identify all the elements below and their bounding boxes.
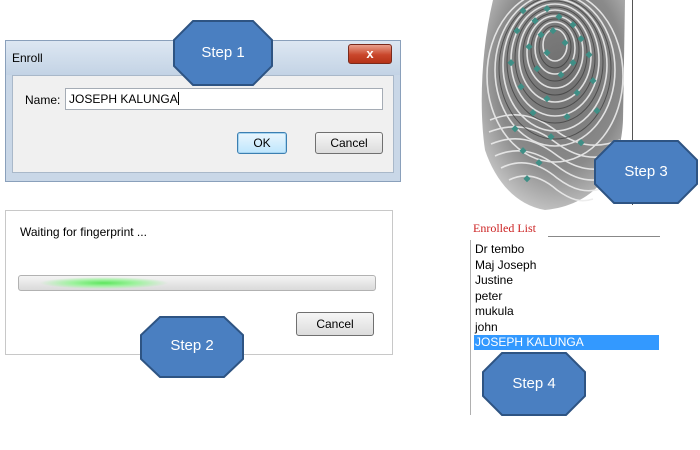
waiting-message: Waiting for fingerprint ... bbox=[20, 225, 147, 239]
list-item[interactable]: john bbox=[474, 320, 659, 335]
waiting-cancel-button[interactable]: Cancel bbox=[296, 312, 374, 336]
name-input-value: JOSEPH KALUNGA bbox=[69, 92, 178, 106]
list-item-selected[interactable]: JOSEPH KALUNGA bbox=[474, 335, 659, 350]
close-icon: x bbox=[366, 46, 374, 61]
enrolled-list-title: Enrolled List bbox=[473, 221, 536, 235]
list-item[interactable]: Maj Joseph bbox=[474, 258, 659, 273]
name-input[interactable]: JOSEPH KALUNGA bbox=[65, 88, 383, 110]
list-item[interactable]: Justine bbox=[474, 273, 659, 288]
enrolled-list-title-rule bbox=[548, 236, 660, 237]
enroll-title: Enroll bbox=[12, 51, 43, 65]
step-3-callout: Step 3 bbox=[594, 140, 698, 204]
list-item[interactable]: Dr tembo bbox=[474, 242, 659, 257]
enroll-client-area: Name: JOSEPH KALUNGA OK Cancel bbox=[12, 75, 394, 173]
list-item[interactable]: peter bbox=[474, 289, 659, 304]
name-label: Name: bbox=[25, 93, 61, 107]
list-item[interactable]: mukula bbox=[474, 304, 659, 319]
listbox-left-border bbox=[470, 240, 471, 415]
fingerprint-progress-bar bbox=[18, 275, 376, 291]
enroll-cancel-button[interactable]: Cancel bbox=[315, 132, 383, 154]
step-2-label: Step 2 bbox=[170, 337, 214, 354]
text-caret bbox=[177, 92, 179, 105]
step-4-label: Step 4 bbox=[512, 375, 556, 392]
step-1-label: Step 1 bbox=[201, 44, 245, 61]
step-1-callout: Step 1 bbox=[173, 20, 273, 86]
step-2-callout: Step 2 bbox=[140, 316, 244, 378]
ok-button[interactable]: OK bbox=[237, 132, 287, 154]
progress-glow bbox=[39, 277, 169, 289]
close-button[interactable]: x bbox=[348, 44, 392, 64]
step-4-callout: Step 4 bbox=[482, 352, 586, 416]
step-3-label: Step 3 bbox=[624, 163, 668, 180]
